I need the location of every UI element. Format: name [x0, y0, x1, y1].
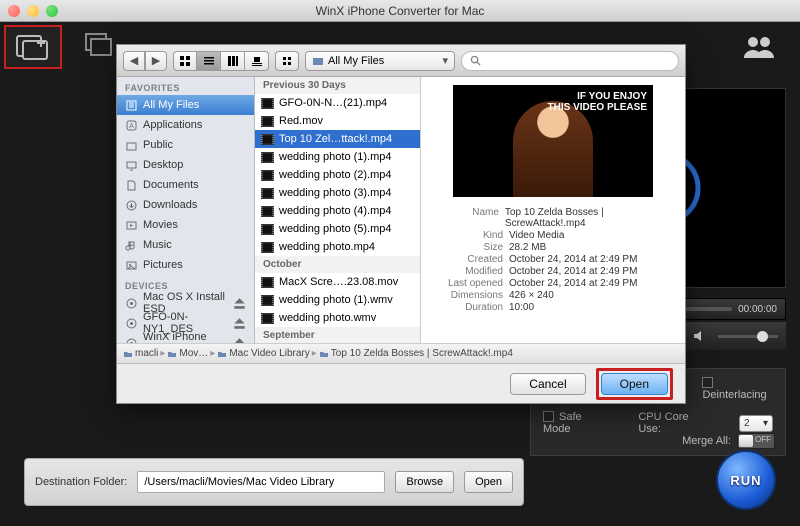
- file-group-header: October: [255, 256, 420, 273]
- window-minimize-button[interactable]: [27, 5, 39, 17]
- file-open-dialog: ◀ ▶ All My Files ▾: [116, 44, 686, 404]
- sidebar-item-desktop[interactable]: Desktop: [117, 155, 254, 175]
- view-column-button[interactable]: [221, 51, 245, 71]
- time-display: 00:00:00: [738, 304, 777, 315]
- destination-open-button[interactable]: Open: [464, 471, 513, 493]
- file-row[interactable]: wedding photo (3).mp4: [255, 184, 420, 202]
- file-row[interactable]: Red.mov: [255, 112, 420, 130]
- safe-mode-checkbox[interactable]: Safe Mode: [543, 411, 598, 435]
- meta-key: Created: [429, 254, 503, 265]
- meta-value: October 24, 2014 at 2:49 PM: [509, 278, 637, 289]
- path-crumb[interactable]: Mac Video Library: [217, 348, 309, 359]
- sidebar-device[interactable]: WinX iPhone Con…: [117, 333, 254, 343]
- path-crumb[interactable]: macli: [123, 348, 158, 359]
- cpu-core-label: CPU Core Use:: [638, 411, 699, 435]
- deinterlacing-checkbox[interactable]: Deinterlacing: [702, 377, 773, 401]
- meta-key: Modified: [429, 266, 503, 277]
- meta-key: Name: [429, 207, 499, 229]
- sidebar-item-public[interactable]: Public: [117, 135, 254, 155]
- sidebar-item-all-my-files[interactable]: All My Files: [117, 95, 254, 115]
- file-row[interactable]: wedding photo (2).mp4: [255, 166, 420, 184]
- file-group-header: September: [255, 327, 420, 343]
- nav-back-button[interactable]: ◀: [123, 51, 145, 71]
- volume-icon: [692, 329, 706, 343]
- meta-value: October 24, 2014 at 2:49 PM: [509, 266, 637, 277]
- window-zoom-button[interactable]: [46, 5, 58, 17]
- location-popup[interactable]: All My Files ▾: [305, 51, 455, 71]
- sidebar-item-documents[interactable]: Documents: [117, 175, 254, 195]
- file-row[interactable]: GFO-0N-N…(21).mp4: [255, 94, 420, 112]
- gallery-icon[interactable]: [84, 32, 114, 60]
- view-icon-button[interactable]: [173, 51, 197, 71]
- cancel-button[interactable]: Cancel: [510, 373, 585, 395]
- file-row[interactable]: wedding photo (4).mp4: [255, 202, 420, 220]
- file-list[interactable]: Previous 30 DaysGFO-0N-N…(21).mp4Red.mov…: [255, 77, 421, 343]
- file-row[interactable]: wedding photo.mp4: [255, 238, 420, 256]
- run-button[interactable]: RUN: [716, 450, 776, 510]
- favorites-header: FAVORITES: [117, 77, 254, 95]
- meta-value: Video Media: [509, 230, 564, 241]
- sidebar-item-applications[interactable]: AApplications: [117, 115, 254, 135]
- window-titlebar: WinX iPhone Converter for Mac: [0, 0, 800, 22]
- contacts-icon[interactable]: [742, 34, 776, 60]
- preview-thumbnail: IF YOU ENJOYTHIS VIDEO PLEASE: [453, 85, 653, 197]
- dialog-toolbar: ◀ ▶ All My Files ▾: [117, 45, 685, 77]
- sidebar-item-pictures[interactable]: Pictures: [117, 255, 254, 275]
- file-row[interactable]: wedding photo (1).wmv: [255, 291, 420, 309]
- file-row[interactable]: MacX Scre….23.08.mov: [255, 273, 420, 291]
- meta-key: Size: [429, 242, 503, 253]
- destination-input[interactable]: [137, 471, 385, 493]
- view-list-button[interactable]: [197, 51, 221, 71]
- meta-value: 28.2 MB: [509, 242, 546, 253]
- meta-value: 426 × 240: [509, 290, 554, 301]
- svg-text:A: A: [129, 123, 134, 130]
- window-title: WinX iPhone Converter for Mac: [316, 4, 485, 18]
- file-group-header: Previous 30 Days: [255, 77, 420, 94]
- meta-value: 10:00: [509, 302, 534, 313]
- meta-key: Dimensions: [429, 290, 503, 301]
- window-close-button[interactable]: [8, 5, 20, 17]
- sidebar-item-movies[interactable]: Movies: [117, 215, 254, 235]
- path-bar[interactable]: macli▸Mov…▸Mac Video Library▸Top 10 Zeld…: [117, 343, 685, 363]
- merge-all-label: Merge All:: [682, 435, 731, 447]
- arrange-button[interactable]: [275, 51, 299, 71]
- sidebar-device[interactable]: GFO-0N-NY1_DES: [117, 313, 254, 333]
- meta-key: Duration: [429, 302, 503, 313]
- destination-label: Destination Folder:: [35, 476, 127, 488]
- open-button[interactable]: Open: [601, 373, 668, 395]
- search-field[interactable]: [461, 51, 679, 71]
- path-crumb[interactable]: Top 10 Zelda Bosses | ScrewAttack!.mp4: [319, 348, 513, 359]
- nav-forward-button[interactable]: ▶: [145, 51, 167, 71]
- dialog-sidebar: FAVORITES All My FilesAApplicationsPubli…: [117, 77, 255, 343]
- meta-key: Last opened: [429, 278, 503, 289]
- meta-value: Top 10 Zelda Bosses | ScrewAttack!.mp4: [505, 207, 677, 229]
- path-crumb[interactable]: Mov…: [167, 348, 208, 359]
- sidebar-item-music[interactable]: Music: [117, 235, 254, 255]
- add-video-button[interactable]: [4, 25, 62, 69]
- sidebar-item-downloads[interactable]: Downloads: [117, 195, 254, 215]
- merge-all-toggle[interactable]: [737, 433, 775, 449]
- meta-value: October 24, 2014 at 2:49 PM: [509, 254, 637, 265]
- preview-column: IF YOU ENJOYTHIS VIDEO PLEASE Name Top 10…: [421, 77, 685, 343]
- destination-browse-button[interactable]: Browse: [395, 471, 454, 493]
- destination-panel: Destination Folder: Browse Open: [24, 458, 524, 506]
- file-row[interactable]: wedding photo (1).mp4: [255, 148, 420, 166]
- meta-key: Kind: [429, 230, 503, 241]
- file-row[interactable]: wedding photo.wmv: [255, 309, 420, 327]
- view-coverflow-button[interactable]: [245, 51, 269, 71]
- cpu-core-select[interactable]: 2▾: [739, 415, 773, 432]
- file-row[interactable]: wedding photo (5).mp4: [255, 220, 420, 238]
- file-row[interactable]: Top 10 Zel…ttack!.mp4: [255, 130, 420, 148]
- volume-slider[interactable]: [718, 335, 778, 338]
- sidebar-device[interactable]: Mac OS X Install ESD: [117, 293, 254, 313]
